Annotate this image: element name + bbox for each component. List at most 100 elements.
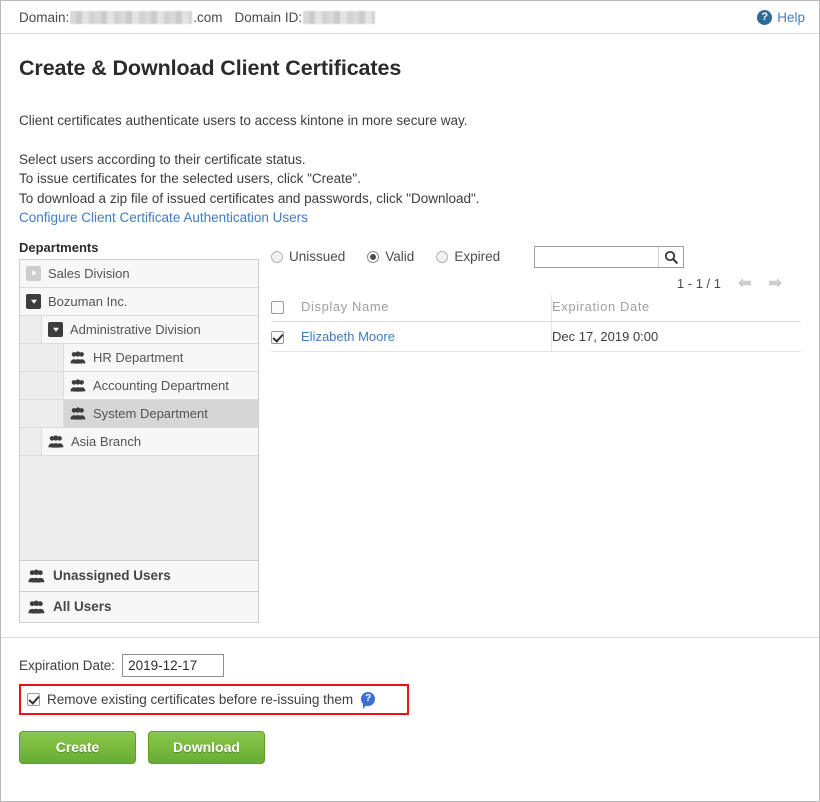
help-tooltip-icon[interactable]: ?	[361, 692, 376, 710]
page-content: Create & Download Client Certificates Cl…	[1, 56, 819, 623]
tree-item-label: System Department	[93, 405, 208, 421]
pagination-prev-button[interactable]	[735, 276, 753, 290]
question-circle-icon: ?	[757, 9, 773, 25]
group-icon	[70, 407, 86, 420]
chevron-down-icon[interactable]	[48, 321, 63, 337]
display-name-header: Display Name	[301, 294, 552, 322]
tree-item-bozuman-inc[interactable]: Bozuman Inc.	[20, 287, 258, 316]
radio-unissued[interactable]: Unissued	[271, 249, 345, 264]
chevron-right-icon[interactable]	[26, 265, 41, 281]
radio-label: Valid	[385, 249, 415, 265]
radio-dot-icon	[367, 250, 380, 263]
user-link[interactable]: Elizabeth Moore	[301, 329, 395, 344]
tree-item-asia-branch[interactable]: Asia Branch	[20, 427, 258, 456]
domain-value-redacted	[70, 10, 193, 24]
radio-dot-icon	[436, 250, 449, 263]
domain-label: Domain:	[19, 9, 70, 25]
arrow-left-icon	[738, 278, 751, 289]
intro-line-3: To issue certificates for the selected u…	[19, 171, 361, 187]
departments-tree: Sales Division Bozuman Inc. Administrati…	[19, 258, 259, 561]
table-header-row: Display Name Expiration Date	[271, 294, 801, 322]
pagination-range: 1 - 1 / 1	[676, 275, 721, 291]
tree-rail	[20, 343, 64, 371]
tree-item-label: Bozuman Inc.	[48, 293, 128, 309]
row-checkbox[interactable]	[271, 330, 284, 344]
group-icon	[48, 435, 64, 448]
group-icon	[28, 569, 45, 583]
expiration-date-header: Expiration Date	[551, 294, 801, 322]
tree-rail	[20, 315, 42, 343]
radio-label: Unissued	[289, 249, 346, 265]
tree-item-label: HR Department	[93, 349, 184, 365]
select-all-checkbox[interactable]	[271, 300, 284, 314]
expiration-date-label: Expiration Date:	[19, 657, 116, 673]
arrow-right-icon	[769, 278, 782, 289]
intro-text-block: Client certificates authenticate users t…	[19, 111, 801, 228]
client-certificates-page: Domain: .com Domain ID: ? Help Create & …	[0, 0, 820, 802]
intro-gap	[19, 131, 801, 150]
remove-certificates-label: Remove existing certificates before re-i…	[47, 691, 354, 707]
domain-bar: Domain: .com Domain ID: ? Help	[1, 1, 819, 34]
pagination: 1 - 1 / 1	[271, 270, 801, 295]
expiration-date-row: Expiration Date:	[19, 653, 801, 677]
row-expiration-date-cell: Dec 17, 2019 0:00	[551, 321, 801, 352]
radio-label: Expired	[454, 249, 501, 265]
tree-item-sales-division[interactable]: Sales Division	[20, 259, 258, 288]
group-icon	[28, 600, 45, 614]
tree-foot-label: All Users	[53, 599, 112, 615]
departments-panel: Departments Sales Division Bozuman Inc. …	[19, 240, 259, 623]
tree-item-label: Accounting Department	[93, 377, 229, 393]
help-label: Help	[777, 9, 805, 25]
status-filter-group: Unissued Valid Expired	[271, 240, 801, 270]
configure-auth-users-link[interactable]: Configure Client Certificate Authenticat…	[19, 210, 308, 225]
action-footer: Expiration Date: Remove existing certifi…	[1, 638, 819, 764]
tree-foot-label: Unassigned Users	[53, 568, 171, 584]
tree-item-label: Sales Division	[48, 265, 130, 281]
domain-id-value-redacted	[303, 10, 376, 24]
footer-buttons: Create Download	[19, 730, 801, 764]
users-table: Display Name Expiration Date Elizabeth M…	[271, 294, 801, 352]
download-button[interactable]: Download	[148, 730, 265, 764]
chevron-down-icon[interactable]	[26, 293, 41, 309]
tree-item-system-department[interactable]: System Department	[20, 399, 258, 428]
domain-suffix: .com	[193, 9, 223, 25]
users-panel: Unissued Valid Expired 1 - 1 / 1 Display…	[259, 240, 801, 352]
pagination-next-button[interactable]	[767, 276, 785, 290]
row-select-cell	[271, 321, 301, 352]
users-table-body: Elizabeth Moore Dec 17, 2019 0:00	[271, 321, 801, 352]
tree-rail	[20, 371, 64, 399]
search-box	[534, 245, 685, 268]
tree-rail	[20, 427, 42, 455]
search-button[interactable]	[658, 246, 684, 267]
tree-item-accounting-department[interactable]: Accounting Department	[20, 371, 258, 400]
tree-rail	[20, 399, 64, 427]
tree-item-label: Asia Branch	[71, 433, 142, 449]
intro-line-1: Client certificates authenticate users t…	[19, 113, 468, 128]
radio-dot-icon	[271, 250, 283, 263]
page-title: Create & Download Client Certificates	[19, 56, 402, 80]
intro-line-2: Select users according to their certific…	[19, 151, 306, 167]
help-link[interactable]: ? Help	[757, 9, 805, 25]
group-icon	[70, 351, 86, 364]
remove-certificates-checkbox[interactable]	[27, 692, 40, 706]
expiration-date-input[interactable]	[122, 653, 225, 677]
tree-item-hr-department[interactable]: HR Department	[20, 343, 258, 372]
tree-item-all-users[interactable]: All Users	[19, 591, 259, 623]
remove-certificates-highlight: Remove existing certificates before re-i…	[19, 683, 409, 715]
departments-caption: Departments	[19, 239, 99, 255]
main-split: Departments Sales Division Bozuman Inc. …	[19, 240, 801, 623]
tree-item-label: Administrative Division	[70, 321, 201, 337]
group-icon	[70, 379, 86, 392]
tree-item-unassigned-users[interactable]: Unassigned Users	[19, 560, 259, 592]
create-button[interactable]: Create	[19, 730, 136, 764]
search-input[interactable]	[535, 246, 659, 267]
radio-valid[interactable]: Valid	[367, 249, 414, 264]
magnifier-icon	[665, 250, 678, 264]
row-display-name-cell: Elizabeth Moore	[301, 321, 552, 352]
radio-expired[interactable]: Expired	[436, 249, 500, 264]
users-table-head: Display Name Expiration Date	[271, 294, 801, 322]
tree-item-administrative-division[interactable]: Administrative Division	[20, 315, 258, 344]
table-row: Elizabeth Moore Dec 17, 2019 0:00	[271, 321, 801, 352]
select-all-header	[271, 294, 301, 322]
intro-line-4: To download a zip file of issued certifi…	[19, 190, 480, 206]
